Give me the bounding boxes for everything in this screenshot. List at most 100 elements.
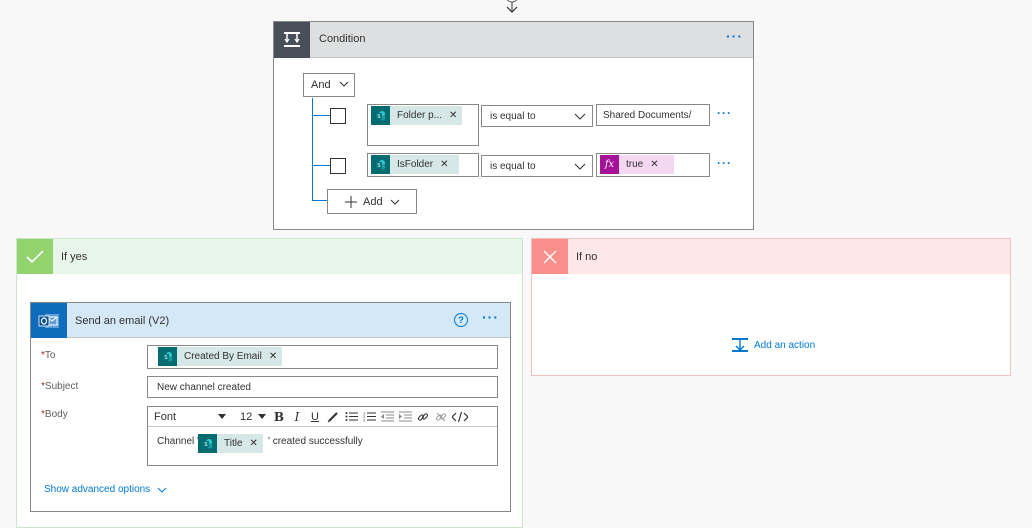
svg-text:S: S bbox=[377, 114, 380, 120]
token-label: Folder p... bbox=[397, 110, 443, 121]
token-label: true bbox=[626, 159, 644, 170]
body-label: *Body bbox=[41, 409, 68, 420]
add-action-button[interactable]: Add an action bbox=[731, 337, 815, 353]
operator-value: is equal to bbox=[490, 161, 536, 172]
tree-branch bbox=[312, 165, 330, 166]
tree-line bbox=[312, 98, 313, 201]
dynamic-token[interactable]: S IsFolder ✕ bbox=[371, 155, 459, 174]
increase-indent-icon[interactable] bbox=[396, 408, 414, 426]
svg-text:S: S bbox=[377, 163, 380, 169]
row-checkbox[interactable] bbox=[330, 158, 346, 174]
remove-token-icon[interactable]: ✕ bbox=[269, 351, 277, 362]
unlink-icon[interactable] bbox=[432, 408, 450, 426]
condition-icon bbox=[274, 22, 310, 58]
sharepoint-icon: S bbox=[158, 347, 177, 366]
operator-select[interactable]: is equal to bbox=[481, 155, 593, 177]
left-operand-field[interactable]: S Folder p... ✕ bbox=[367, 104, 479, 146]
sharepoint-icon: S bbox=[371, 155, 390, 174]
font-size-select[interactable]: 12 bbox=[236, 408, 270, 426]
rich-text-toolbar: Font 12 B I U 123 bbox=[148, 407, 497, 427]
function-icon: fx bbox=[600, 155, 619, 174]
subject-value: New channel created bbox=[157, 382, 251, 393]
font-select[interactable]: Font bbox=[148, 408, 232, 426]
add-condition-label: Add bbox=[363, 196, 383, 208]
underline-icon[interactable]: U bbox=[306, 408, 324, 426]
connector-arrow-icon bbox=[506, 0, 518, 13]
body-editor[interactable]: Font 12 B I U 123 Channel ' S Title ✕ ' … bbox=[147, 406, 498, 466]
send-email-title: Send an email (V2) bbox=[75, 315, 170, 327]
help-icon[interactable]: ? bbox=[454, 313, 468, 327]
send-email-header[interactable]: Send an email (V2) ? ··· bbox=[31, 303, 510, 338]
sharepoint-icon: S bbox=[198, 434, 217, 453]
plus-icon bbox=[345, 196, 357, 208]
bold-icon[interactable]: B bbox=[270, 408, 288, 426]
decrease-indent-icon[interactable] bbox=[378, 408, 396, 426]
row-checkbox[interactable] bbox=[330, 108, 346, 124]
code-view-icon[interactable] bbox=[450, 408, 470, 426]
remove-token-icon[interactable]: ✕ bbox=[440, 159, 448, 170]
outlook-icon bbox=[31, 303, 67, 338]
subject-label: *Subject bbox=[41, 381, 79, 392]
add-condition-button[interactable]: Add bbox=[327, 189, 417, 214]
condition-card: Condition ··· And S Folder p... ✕ is equ… bbox=[273, 21, 754, 230]
condition-header[interactable]: Condition ··· bbox=[274, 22, 753, 58]
token-label: Created By Email bbox=[184, 351, 262, 362]
show-advanced-options-link[interactable]: Show advanced options bbox=[44, 484, 167, 495]
checkmark-icon bbox=[17, 239, 53, 274]
highlight-pen-icon[interactable] bbox=[324, 408, 342, 426]
add-action-label: Add an action bbox=[754, 339, 816, 351]
row-more-button[interactable]: ··· bbox=[717, 106, 732, 120]
operator-value: is equal to bbox=[490, 111, 536, 122]
right-operand-field[interactable]: Shared Documents/ bbox=[596, 104, 710, 126]
link-icon[interactable] bbox=[414, 408, 432, 426]
bullet-list-icon[interactable] bbox=[342, 408, 360, 426]
chevron-down-icon bbox=[339, 81, 349, 87]
left-operand-field[interactable]: S IsFolder ✕ bbox=[367, 153, 479, 177]
dynamic-token[interactable]: S Title ✕ bbox=[198, 434, 263, 453]
condition-title: Condition bbox=[319, 33, 366, 45]
token-label: Title bbox=[224, 438, 243, 449]
svg-text:S: S bbox=[164, 355, 167, 361]
chevron-down-icon bbox=[574, 163, 586, 170]
close-icon bbox=[532, 239, 568, 274]
sharepoint-icon: S bbox=[371, 106, 390, 125]
right-operand-field[interactable]: fx true ✕ bbox=[596, 153, 710, 177]
caret-down-icon bbox=[218, 413, 226, 419]
remove-token-icon[interactable]: ✕ bbox=[449, 110, 457, 121]
remove-token-icon[interactable]: ✕ bbox=[250, 438, 258, 449]
svg-text:3: 3 bbox=[363, 419, 365, 423]
numbered-list-icon[interactable]: 123 bbox=[360, 408, 378, 426]
italic-icon[interactable]: I bbox=[288, 408, 306, 426]
remove-token-icon[interactable]: ✕ bbox=[650, 159, 658, 170]
expression-token[interactable]: fx true ✕ bbox=[600, 155, 674, 174]
if-yes-header[interactable]: If yes bbox=[17, 239, 522, 274]
operator-select[interactable]: is equal to bbox=[481, 105, 593, 127]
svg-text:S: S bbox=[204, 442, 207, 448]
chevron-down-icon bbox=[157, 487, 167, 493]
subject-field[interactable]: New channel created bbox=[147, 376, 498, 398]
add-action-icon bbox=[732, 338, 748, 352]
right-operand-value: Shared Documents/ bbox=[603, 110, 692, 121]
row-more-button[interactable]: ··· bbox=[717, 156, 732, 170]
dynamic-token[interactable]: S Created By Email ✕ bbox=[158, 347, 283, 366]
font-size-value: 12 bbox=[240, 410, 253, 423]
if-yes-title: If yes bbox=[61, 251, 88, 263]
font-select-value: Font bbox=[154, 410, 177, 423]
body-text-after: ' created successfully bbox=[268, 436, 363, 447]
token-label: IsFolder bbox=[397, 159, 434, 170]
if-no-header[interactable]: If no bbox=[532, 239, 1010, 274]
email-more-button[interactable]: ··· bbox=[482, 309, 499, 325]
if-no-title: If no bbox=[576, 251, 598, 263]
caret-down-icon bbox=[258, 413, 266, 419]
chevron-down-icon bbox=[390, 199, 400, 205]
chevron-down-icon bbox=[574, 113, 586, 120]
advanced-options-label: Show advanced options bbox=[44, 484, 151, 495]
dynamic-token[interactable]: S Folder p... ✕ bbox=[371, 106, 463, 125]
to-label: *To bbox=[41, 350, 56, 361]
tree-branch bbox=[312, 200, 327, 201]
to-field[interactable]: S Created By Email ✕ bbox=[147, 345, 498, 369]
group-operator-select[interactable]: And bbox=[303, 73, 355, 97]
condition-more-button[interactable]: ··· bbox=[726, 28, 743, 44]
group-operator-value: And bbox=[311, 79, 331, 91]
send-email-card: Send an email (V2) ? ··· *To S Created B… bbox=[30, 302, 511, 512]
